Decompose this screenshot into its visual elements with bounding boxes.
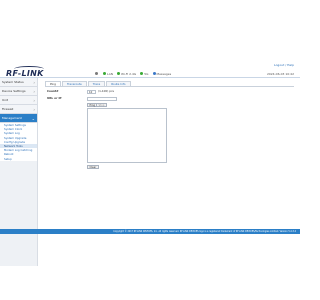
- sidebar-item-system-status[interactable]: System Status ›: [0, 78, 37, 87]
- url-row: URL or IP: [45, 96, 294, 101]
- sidebar-item-label: Unit: [2, 98, 9, 102]
- submenu-item-setup[interactable]: Setup: [0, 157, 37, 161]
- status-label: 5G: [144, 71, 149, 76]
- sidebar-item-label: System Status: [2, 80, 24, 84]
- status-wired: [95, 72, 99, 75]
- sidebar-item-device-settings[interactable]: Device Settings ›: [0, 87, 37, 96]
- status-bar: LAN Wi-Fi 2.4G 5G Messages: [95, 71, 171, 76]
- count-row: Count# 10 (1-100) pcs: [45, 89, 294, 94]
- clear-button[interactable]: Clear: [87, 165, 99, 169]
- tab-traceroute[interactable]: Traceroute: [61, 81, 87, 86]
- tab-trace[interactable]: Trace: [87, 81, 106, 86]
- wifi-icon: [117, 72, 121, 75]
- sidebar-item-label: Device Settings: [2, 89, 26, 93]
- action-buttons: Ping Stop: [45, 103, 294, 108]
- ping-output-textarea[interactable]: [87, 108, 167, 163]
- sidebar-item-management[interactable]: Management ⌄: [0, 114, 37, 123]
- footer-bar: Copyright © 2017 RF-LINK DEVICES, Inc. A…: [0, 229, 300, 234]
- wired-icon: [95, 72, 98, 75]
- sidebar-item-unit[interactable]: Unit ›: [0, 96, 37, 105]
- url-label: URL or IP: [47, 96, 62, 100]
- main-content: Ping Traceroute Trace Route Info Count# …: [45, 81, 294, 108]
- message-icon: [152, 72, 156, 75]
- tab-route-info[interactable]: Route Info: [106, 81, 131, 86]
- chevron-right-icon: ›: [33, 107, 35, 112]
- lan-icon: [103, 72, 106, 75]
- sidebar-item-label: Management: [2, 116, 22, 120]
- stop-button[interactable]: Stop: [96, 103, 107, 107]
- sidebar-item-firewall[interactable]: Firewall ›: [0, 105, 37, 114]
- chevron-right-icon: ›: [33, 89, 35, 94]
- tool-tabs: Ping Traceroute Trace Route Info: [45, 81, 294, 87]
- count-label: Count#: [47, 89, 59, 93]
- copyright-text: Copyright © 2017 RF-LINK DEVICES, Inc. A…: [113, 230, 296, 233]
- url-input[interactable]: [87, 96, 117, 101]
- count-unit: (1-100) pcs: [98, 89, 114, 93]
- chevron-down-icon: ⌄: [31, 116, 35, 121]
- status-lan: LAN: [103, 72, 113, 76]
- router-admin-page: RF-LINK LAN Wi-Fi 2.4G 5G Messages Logou…: [0, 0, 300, 300]
- logout-link[interactable]: Logout / Help: [274, 63, 294, 67]
- header-divider: [0, 77, 300, 78]
- chevron-right-icon: ›: [33, 80, 35, 85]
- date-time: 2024-06-03 10:42: [266, 72, 294, 76]
- status-label: LAN: [107, 71, 114, 76]
- management-submenu: System Settings System Clock System Log …: [0, 123, 37, 161]
- sidebar: System Status › Device Settings › Unit ›…: [0, 78, 38, 266]
- status-wifi-24: Wi-Fi 2.4G: [117, 72, 136, 76]
- status-label: Wi-Fi 2.4G: [121, 71, 137, 76]
- tab-ping[interactable]: Ping: [45, 81, 61, 86]
- status-messages[interactable]: Messages: [152, 71, 172, 76]
- chevron-right-icon: ›: [33, 98, 35, 103]
- status-label: Messages: [156, 71, 172, 76]
- wifi-5g-icon: [140, 72, 144, 75]
- status-wifi-5g: 5G: [140, 71, 149, 76]
- count-input[interactable]: 10: [87, 89, 96, 94]
- sidebar-item-label: Firewall: [2, 107, 14, 111]
